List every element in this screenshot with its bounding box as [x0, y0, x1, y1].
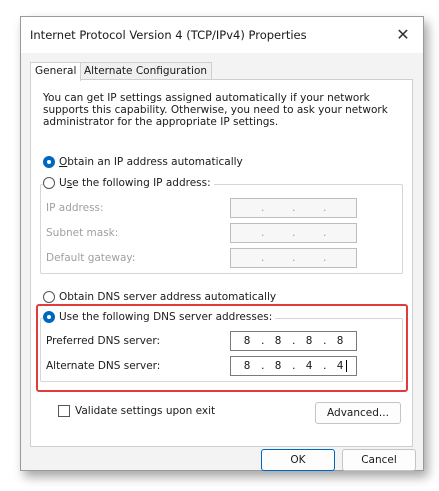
advanced-button[interactable]: Advanced...	[315, 402, 401, 424]
ip-address-input[interactable]: . . .	[230, 198, 357, 218]
use-following-ip-label: Use the following IP address:	[59, 177, 211, 189]
cancel-button[interactable]: Cancel	[342, 449, 416, 471]
subnet-mask-label: Subnet mask:	[46, 227, 119, 239]
validate-settings-option[interactable]: Validate settings upon exit	[58, 405, 215, 417]
tab-alternate-configuration[interactable]: Alternate Configuration	[79, 62, 213, 80]
ip-address-label: IP address:	[46, 202, 104, 214]
info-text: You can get IP settings assigned automat…	[43, 92, 388, 128]
use-following-ip-radio[interactable]	[43, 177, 55, 189]
title-bar: Internet Protocol Version 4 (TCP/IPv4) P…	[21, 17, 423, 53]
validate-settings-label: Validate settings upon exit	[75, 405, 216, 417]
obtain-ip-automatically-radio[interactable]	[43, 156, 55, 168]
obtain-dns-automatically-radio[interactable]	[43, 291, 55, 303]
general-panel: You can get IP settings assigned automat…	[30, 79, 413, 447]
validate-settings-checkbox[interactable]	[58, 405, 70, 417]
obtain-dns-automatically-label: Obtain DNS server address automatically	[59, 291, 277, 303]
properties-dialog: Internet Protocol Version 4 (TCP/IPv4) P…	[20, 16, 424, 471]
default-gateway-label: Default gateway:	[46, 252, 136, 264]
obtain-ip-automatically-label: Obtain an IP address automatically	[59, 156, 243, 168]
ok-button[interactable]: OK	[261, 449, 335, 471]
obtain-dns-automatically-option[interactable]: Obtain DNS server address automatically	[43, 291, 276, 303]
subnet-mask-input[interactable]: . . .	[230, 223, 357, 243]
use-following-ip-option[interactable]: Use the following IP address:	[43, 177, 214, 189]
close-icon[interactable]: ✕	[391, 24, 415, 46]
window-title: Internet Protocol Version 4 (TCP/IPv4) P…	[30, 28, 307, 42]
obtain-ip-automatically-option[interactable]: Obtain an IP address automatically	[43, 156, 243, 168]
dns-highlight-box	[36, 304, 408, 392]
tab-general[interactable]: General	[30, 62, 82, 81]
default-gateway-input[interactable]: . . .	[230, 248, 357, 268]
